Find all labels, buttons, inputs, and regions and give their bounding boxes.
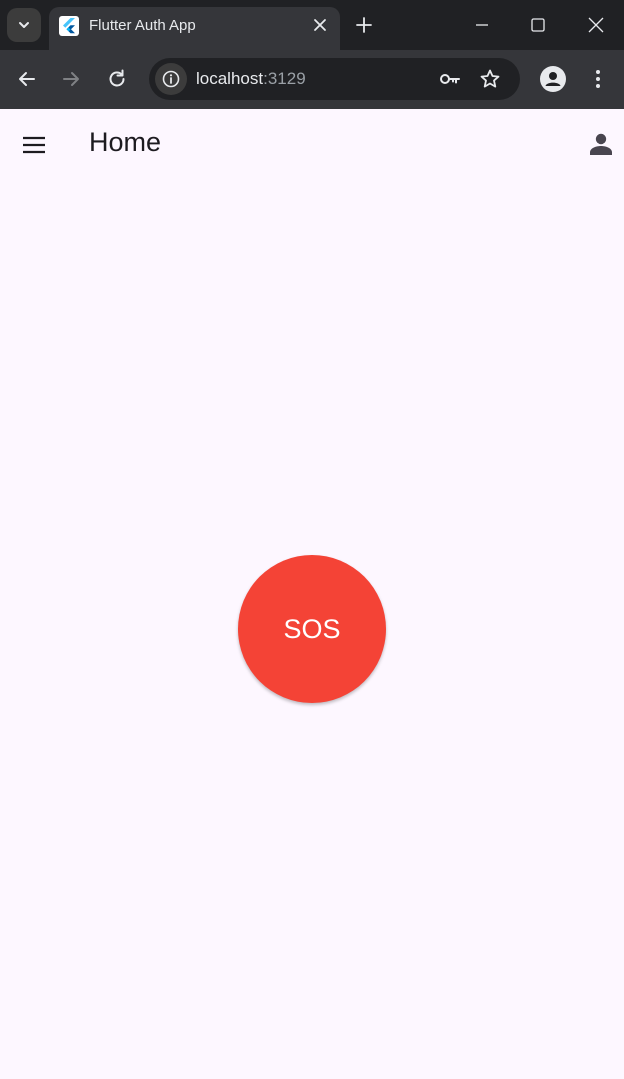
person-icon[interactable] bbox=[588, 131, 614, 157]
browser-toolbar: localhost:3129 bbox=[0, 50, 624, 109]
browser-tab[interactable]: Flutter Auth App bbox=[49, 7, 340, 50]
url-host: localhost bbox=[196, 69, 264, 88]
more-vert-icon[interactable] bbox=[588, 67, 608, 91]
app-viewport: Home SOS bbox=[0, 109, 624, 1079]
url-port: :3129 bbox=[263, 69, 306, 88]
page-title: Home bbox=[89, 127, 162, 157]
browser-profile-button[interactable] bbox=[540, 66, 566, 92]
new-tab-icon[interactable] bbox=[354, 15, 374, 35]
minimize-icon[interactable] bbox=[471, 14, 493, 36]
menu-icon[interactable] bbox=[22, 133, 46, 157]
back-arrow-icon[interactable] bbox=[15, 67, 39, 91]
site-info-button[interactable] bbox=[155, 63, 187, 95]
close-tab-icon[interactable] bbox=[312, 17, 328, 33]
reload-icon[interactable] bbox=[105, 67, 129, 91]
sos-label: SOS bbox=[283, 613, 341, 644]
address-bar[interactable]: localhost:3129 bbox=[149, 58, 520, 100]
forward-arrow-icon[interactable] bbox=[59, 67, 83, 91]
browser-tabstrip: Flutter Auth App bbox=[0, 0, 624, 50]
maximize-icon[interactable] bbox=[527, 14, 549, 36]
close-window-icon[interactable] bbox=[585, 14, 607, 36]
password-key-icon[interactable] bbox=[438, 67, 462, 91]
profile-avatar-icon bbox=[545, 72, 561, 86]
url-text[interactable]: localhost:3129 bbox=[196, 69, 306, 89]
chevron-down-icon bbox=[19, 22, 29, 28]
sos-button[interactable]: SOS bbox=[238, 555, 386, 703]
info-icon bbox=[162, 70, 180, 88]
app-bar: Home bbox=[0, 109, 624, 177]
tab-title: Flutter Auth App bbox=[89, 17, 196, 34]
bookmark-star-icon[interactable] bbox=[478, 67, 502, 91]
tab-search-button[interactable] bbox=[7, 8, 41, 42]
flutter-logo-icon bbox=[59, 16, 79, 36]
